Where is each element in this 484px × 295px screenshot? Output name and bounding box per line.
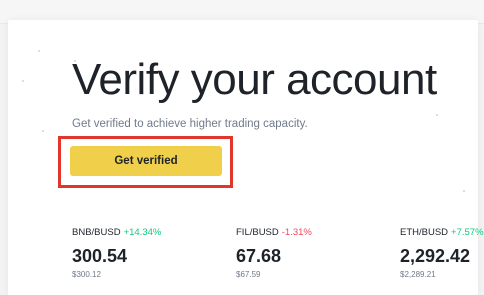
ticker-price: 300.54	[72, 246, 128, 266]
decorative-dot	[22, 80, 24, 82]
decorative-dot	[42, 130, 44, 132]
ticker-pair: BNB/BUSD	[72, 227, 121, 238]
ticker-fiat-price: $2,289.21	[400, 270, 436, 279]
page-title: Verify your account	[72, 55, 437, 104]
ticker-price: 67.68	[236, 246, 282, 266]
ticker-bnb-busd[interactable]: BNB/BUSD +14.34% 300.54 $300.12	[72, 226, 212, 280]
get-verified-button[interactable]: Get verified	[70, 146, 222, 176]
page-subtitle: Get verified to achieve higher trading c…	[72, 118, 308, 130]
ticker-change: +7.57%	[451, 227, 484, 238]
ticker-eth-busd[interactable]: ETH/BUSD +7.57% 2,292.42 $2,289.21	[400, 226, 484, 280]
ticker-fiat-price: $300.12	[72, 270, 101, 279]
ticker-fiat-price: $67.59	[236, 270, 261, 279]
decorative-dot	[463, 190, 465, 192]
ticker-header: FIL/BUSD -1.31%	[236, 226, 376, 239]
ticker-change: -1.31%	[281, 227, 312, 238]
decorative-dot	[436, 114, 438, 116]
ticker-fil-busd[interactable]: FIL/BUSD -1.31% 67.68 $67.59	[236, 226, 376, 280]
ticker-header: ETH/BUSD +7.57%	[400, 226, 484, 239]
ticker-change: +14.34%	[123, 227, 162, 238]
ticker-pair: ETH/BUSD	[400, 227, 449, 238]
decorative-dot	[38, 50, 40, 52]
ticker-price: 2,292.42	[400, 246, 471, 266]
ticker-header: BNB/BUSD +14.34%	[72, 226, 212, 239]
ticker-pair: FIL/BUSD	[236, 227, 279, 238]
